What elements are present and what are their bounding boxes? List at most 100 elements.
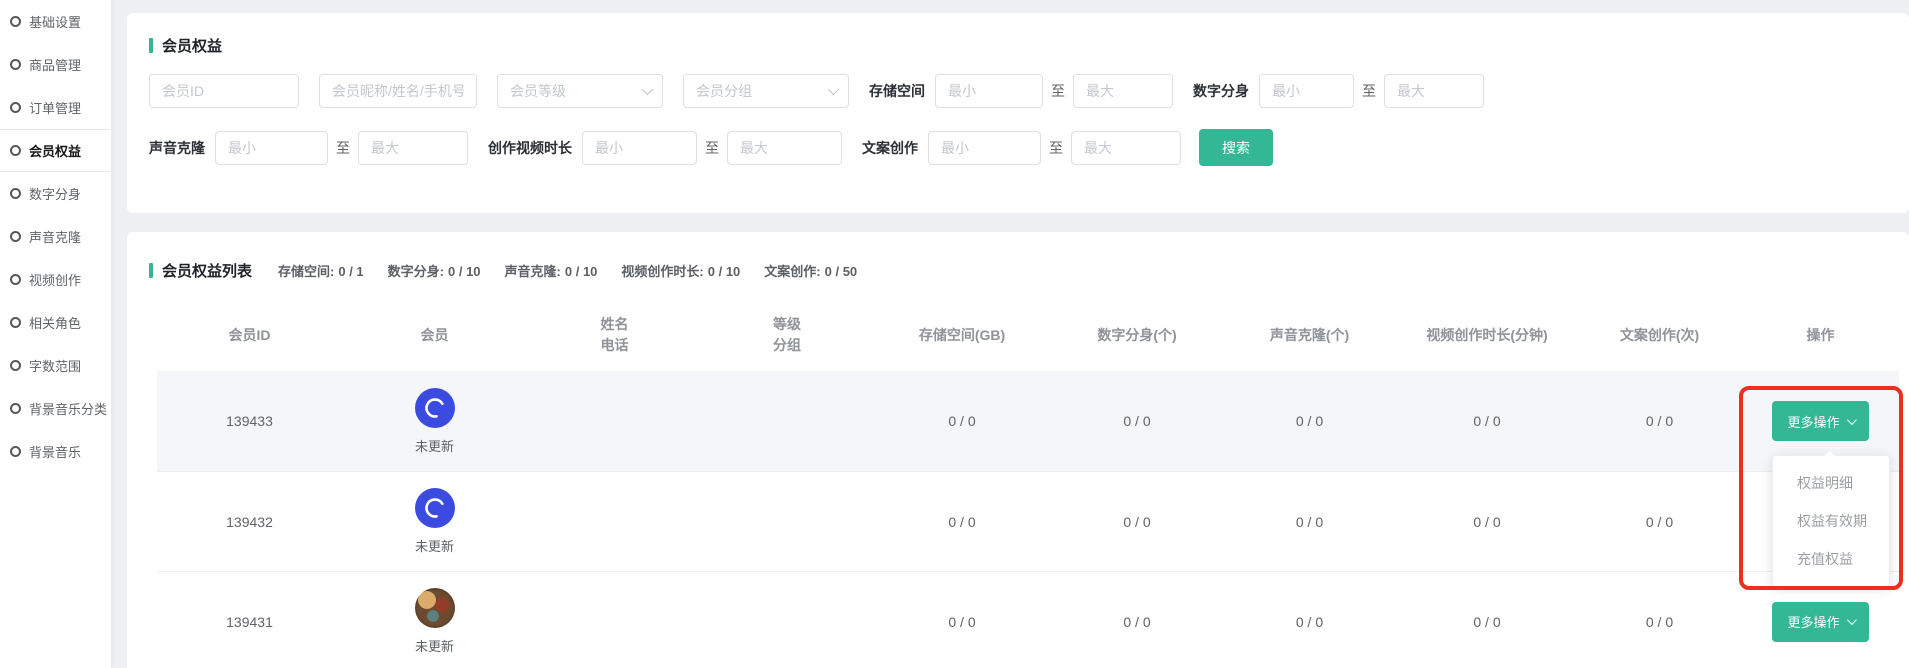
cell-video: 0 / 0 [1397, 514, 1577, 530]
col-video: 视频创作时长(分钟) [1397, 299, 1577, 371]
voice-min-input[interactable] [215, 131, 328, 165]
col-member: 会员 [342, 299, 527, 371]
stat-digital: 数字分身:0 / 10 [388, 261, 481, 280]
sidebar-item-label: 相关角色 [29, 313, 81, 332]
cell-digital: 0 / 0 [1052, 413, 1222, 429]
storage-max-input[interactable] [1073, 74, 1173, 108]
cell-storage: 0 / 0 [872, 514, 1052, 530]
col-name-phone: 姓名 电话 [527, 299, 702, 371]
sidebar-item-bgm-category[interactable]: 背景音乐分类 [0, 387, 111, 430]
sidebar-item-order-management[interactable]: 订单管理 [0, 86, 111, 129]
swirl-logo-icon [422, 395, 448, 421]
more-actions-button[interactable]: 更多操作 [1772, 401, 1868, 441]
radio-circle-icon [10, 102, 21, 113]
sidebar-item-label: 声音克隆 [29, 227, 81, 246]
stat-video: 视频创作时长:0 / 10 [621, 261, 740, 280]
cell-copywriting: 0 / 0 [1577, 514, 1742, 530]
cell-member-id: 139431 [157, 614, 342, 630]
copywriting-min-input[interactable] [928, 131, 1041, 165]
member-level-select[interactable]: 会员等级 [497, 74, 663, 108]
radio-circle-icon [10, 16, 21, 27]
video-min-input[interactable] [582, 131, 697, 165]
table-header: 会员ID 会员 姓名 电话 等级 分组 存储空间(GB) 数字分身(个) 声音克… [157, 299, 1899, 371]
avatar-caption: 未更新 [415, 636, 454, 655]
search-button[interactable]: 搜索 [1199, 129, 1273, 166]
avatar-caption: 未更新 [415, 536, 454, 555]
cell-copywriting: 0 / 0 [1577, 413, 1742, 429]
radio-circle-icon [10, 360, 21, 371]
col-level-group: 等级 分组 [702, 299, 872, 371]
digital-min-input[interactable] [1259, 74, 1354, 108]
video-max-input[interactable] [727, 131, 842, 165]
swirl-logo-icon [422, 495, 448, 521]
member-avatar-logo [415, 488, 455, 528]
storage-range-label: 存储空间 [869, 81, 925, 101]
filter-row-1: 会员等级 会员分组 存储空间 至 数字分身 至 [149, 74, 1889, 108]
sidebar-item-label: 订单管理 [29, 98, 81, 117]
more-actions-dropdown: 权益明细 权益有效期 充值权益 [1772, 455, 1890, 587]
title-accent-bar [149, 263, 153, 278]
voice-range-label: 声音克隆 [149, 138, 205, 158]
sidebar-item-bgm[interactable]: 背景音乐 [0, 430, 111, 473]
sidebar-item-digital-avatar[interactable]: 数字分身 [0, 172, 111, 215]
member-group-placeholder: 会员分组 [696, 81, 752, 101]
cell-digital: 0 / 0 [1052, 514, 1222, 530]
filter-row-2: 声音克隆 至 创作视频时长 至 文案创作 至 搜索 [149, 129, 1889, 166]
sidebar-item-basic-settings[interactable]: 基础设置 [0, 0, 111, 43]
table-row: 139432 未更新 0 / 0 0 / 0 0 / 0 0 / 0 0 / 0 [157, 471, 1899, 571]
list-title: 会员权益列表 [162, 260, 252, 281]
radio-circle-icon [10, 446, 21, 457]
stat-storage: 存储空间:0 / 1 [278, 261, 364, 280]
member-id-input[interactable] [149, 74, 299, 108]
voice-max-input[interactable] [358, 131, 468, 165]
cell-copywriting: 0 / 0 [1577, 614, 1742, 630]
dropdown-item-benefit-validity[interactable]: 权益有效期 [1773, 502, 1889, 540]
sidebar-item-product-management[interactable]: 商品管理 [0, 43, 111, 86]
radio-circle-icon [10, 231, 21, 242]
cell-voice: 0 / 0 [1222, 614, 1397, 630]
sidebar-item-related-roles[interactable]: 相关角色 [0, 301, 111, 344]
dropdown-item-recharge-benefits[interactable]: 充值权益 [1773, 540, 1889, 578]
copywriting-max-input[interactable] [1071, 131, 1181, 165]
dropdown-item-benefit-details[interactable]: 权益明细 [1773, 464, 1889, 502]
sidebar-item-label: 数字分身 [29, 184, 81, 203]
digital-max-input[interactable] [1384, 74, 1484, 108]
sidebar-item-word-count-range[interactable]: 字数范围 [0, 344, 111, 387]
sidebar-item-voice-clone[interactable]: 声音克隆 [0, 215, 111, 258]
page-title: 会员权益 [162, 35, 222, 56]
sidebar-item-label: 基础设置 [29, 12, 81, 31]
radio-circle-icon [10, 145, 21, 156]
cell-member: 未更新 [342, 388, 527, 455]
radio-circle-icon [10, 317, 21, 328]
cell-digital: 0 / 0 [1052, 614, 1222, 630]
avatar-caption: 未更新 [415, 436, 454, 455]
col-digital: 数字分身(个) [1052, 299, 1222, 371]
storage-min-input[interactable] [935, 74, 1043, 108]
cell-storage: 0 / 0 [872, 413, 1052, 429]
cell-storage: 0 / 0 [872, 614, 1052, 630]
filter-section-title: 会员权益 [149, 35, 1889, 56]
chevron-down-icon [1846, 415, 1856, 425]
table-row: 139431 未更新 0 / 0 0 / 0 0 / 0 0 / 0 0 / 0… [157, 571, 1899, 668]
copywriting-range-label: 文案创作 [862, 138, 918, 158]
sidebar-item-label: 背景音乐分类 [29, 399, 107, 418]
sidebar-item-label: 字数范围 [29, 356, 81, 375]
cell-member: 未更新 [342, 488, 527, 555]
sidebar-item-video-creation[interactable]: 视频创作 [0, 258, 111, 301]
nickname-input[interactable] [319, 74, 477, 108]
member-group-select[interactable]: 会员分组 [683, 74, 849, 108]
cell-member: 未更新 [342, 588, 527, 655]
member-avatar-logo [415, 388, 455, 428]
col-storage: 存储空间(GB) [872, 299, 1052, 371]
sidebar-item-member-benefits[interactable]: 会员权益 [0, 129, 111, 172]
range-to-label: 至 [336, 138, 350, 158]
stat-voice: 声音克隆:0 / 10 [505, 261, 598, 280]
range-to-label: 至 [705, 138, 719, 158]
more-actions-button[interactable]: 更多操作 [1772, 602, 1868, 642]
range-to-label: 至 [1051, 81, 1065, 101]
col-member-id: 会员ID [157, 299, 342, 371]
table-row: 139433 未更新 0 / 0 0 / 0 0 / 0 0 / 0 0 / 0 [157, 371, 1899, 471]
cell-member-id: 139432 [157, 514, 342, 530]
video-range-label: 创作视频时长 [488, 138, 572, 158]
cell-video: 0 / 0 [1397, 614, 1577, 630]
